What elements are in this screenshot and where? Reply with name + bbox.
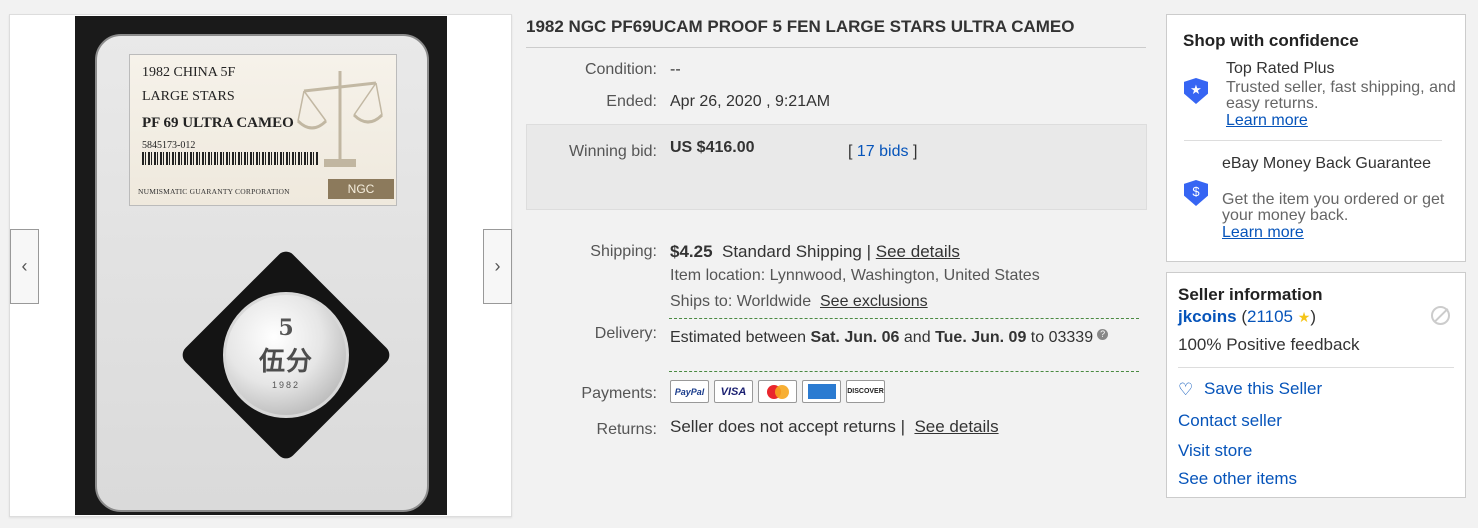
- delivery-estimate: Estimated between Sat. Jun. 06 and Tue. …: [670, 327, 1110, 349]
- ngc-logo: NGC: [328, 179, 394, 199]
- shipping-method: Standard Shipping |: [722, 242, 872, 261]
- delivery-zip: 03339: [1048, 329, 1094, 346]
- bid-bracket-open: [: [848, 143, 853, 160]
- shipping-cost: $4.25: [670, 242, 713, 261]
- ngc-slab: 1982 CHINA 5F LARGE STARS PF 69 ULTRA CA…: [95, 34, 429, 512]
- contact-seller-link[interactable]: Contact seller: [1178, 411, 1282, 431]
- coin-characters: 伍分: [258, 346, 313, 377]
- delivery-end: Tue. Jun. 09: [935, 329, 1027, 346]
- top-rated-learn-more-link[interactable]: Learn more: [1226, 112, 1308, 130]
- top-rated-text: Trusted seller, fast shipping, and easy …: [1226, 79, 1456, 112]
- seller-info-title: Seller information: [1178, 285, 1323, 304]
- visa-icon: VISA: [714, 380, 753, 403]
- ships-to-line: Ships to: Worldwide See exclusions: [670, 293, 928, 311]
- condition-label: Condition:: [584, 61, 657, 78]
- mastercard-icon: [758, 380, 797, 403]
- chevron-right-icon: ›: [494, 256, 501, 276]
- barcode: [142, 152, 318, 165]
- previous-image-button[interactable]: ‹: [10, 229, 39, 304]
- paypal-icon: PayPal: [670, 380, 709, 403]
- money-back-title: eBay Money Back Guarantee: [1222, 155, 1432, 172]
- listing-title: 1982 NGC PF69UCAM PROOF 5 FEN LARGE STAR…: [526, 17, 1146, 48]
- coin: 5 伍分 1982: [223, 292, 349, 418]
- delivery-label: Delivery:: [594, 325, 657, 342]
- feedback-score-link[interactable]: 21105: [1247, 307, 1293, 326]
- positive-feedback: 100% Positive feedback: [1178, 335, 1360, 354]
- money-back-text: Get the item you ordered or get your mon…: [1222, 191, 1445, 224]
- divider: [669, 371, 1139, 372]
- shipping-label: Shipping:: [590, 243, 657, 260]
- seller-id-line: jkcoins (21105 ★): [1178, 307, 1316, 327]
- returns-line: Seller does not accept returns | See det…: [670, 417, 999, 437]
- chevron-left-icon: ‹: [21, 256, 28, 276]
- winning-bid-value: US $416.00: [670, 139, 755, 156]
- returns-value: Seller does not accept returns |: [670, 417, 905, 436]
- shipping-details-link[interactable]: See details: [876, 242, 960, 261]
- winning-bid-label: Winning bid:: [568, 143, 657, 160]
- next-image-button[interactable]: ›: [483, 229, 512, 304]
- item-location: Item location: Lynnwood, Washington, Uni…: [670, 267, 1040, 284]
- condition-value: --: [670, 61, 681, 78]
- slab-label: 1982 CHINA 5F LARGE STARS PF 69 ULTRA CA…: [129, 54, 397, 206]
- see-other-items-link[interactable]: See other items: [1178, 469, 1297, 489]
- bid-bracket-close: ]: [912, 143, 918, 160]
- top-rated-title: Top Rated Plus: [1226, 60, 1335, 77]
- divider: [669, 318, 1139, 319]
- image-gallery: 1982 CHINA 5F LARGE STARS PF 69 ULTRA CA…: [9, 14, 512, 517]
- bids-link[interactable]: 17 bids: [857, 143, 909, 160]
- discover-icon: DISCOVER: [846, 380, 885, 403]
- help-icon[interactable]: ?: [1097, 329, 1109, 340]
- visit-store-link[interactable]: Visit store: [1178, 441, 1252, 461]
- heart-icon: ♡: [1178, 380, 1194, 399]
- delivery-start: Sat. Jun. 06: [810, 329, 900, 346]
- label-line-2: LARGE STARS: [142, 89, 235, 104]
- ended-label: Ended:: [606, 93, 657, 110]
- delivery-pre: Estimated between: [670, 329, 807, 346]
- confidence-title: Shop with confidence: [1183, 31, 1359, 50]
- seller-username-link[interactable]: jkcoins: [1178, 307, 1237, 326]
- label-org: NUMISMATIC GUARANTY CORPORATION: [138, 187, 290, 196]
- money-back-learn-more-link[interactable]: Learn more: [1222, 224, 1304, 242]
- delivery-to: to: [1030, 329, 1045, 346]
- coin-year: 1982: [271, 379, 301, 390]
- returns-details-link[interactable]: See details: [914, 417, 998, 436]
- see-exclusions-link[interactable]: See exclusions: [820, 293, 928, 310]
- bid-count: [ 17 bids ]: [848, 143, 917, 161]
- divider: [1184, 140, 1442, 141]
- save-seller-link[interactable]: Save this Seller: [1204, 379, 1322, 399]
- coin-numeral: 5: [278, 314, 294, 341]
- winning-bid-panel: [526, 124, 1147, 210]
- label-line-1: 1982 CHINA 5F: [142, 65, 236, 80]
- payments-label: Payments:: [581, 385, 657, 402]
- shop-with-confidence-card: [1166, 14, 1466, 262]
- ended-value: Apr 26, 2020 , 9:21AM: [670, 93, 831, 110]
- star-icon: ★: [1297, 309, 1311, 325]
- ships-to: Ships to: Worldwide: [670, 293, 812, 310]
- delivery-and: and: [903, 329, 931, 346]
- divider: [1178, 367, 1454, 368]
- shipping-line: $4.25 Standard Shipping | See details: [670, 242, 960, 262]
- payment-methods: PayPal VISA DISCOVER: [670, 380, 885, 403]
- label-line-grade: PF 69 ULTRA CAMEO: [142, 115, 294, 131]
- label-cert-number: 5845173-012: [142, 140, 196, 151]
- returns-label: Returns:: [596, 421, 657, 438]
- block-icon: [1431, 306, 1450, 325]
- amex-icon: [802, 380, 841, 403]
- item-photo[interactable]: 1982 CHINA 5F LARGE STARS PF 69 ULTRA CA…: [75, 16, 447, 515]
- feedback-close: ): [1310, 307, 1316, 326]
